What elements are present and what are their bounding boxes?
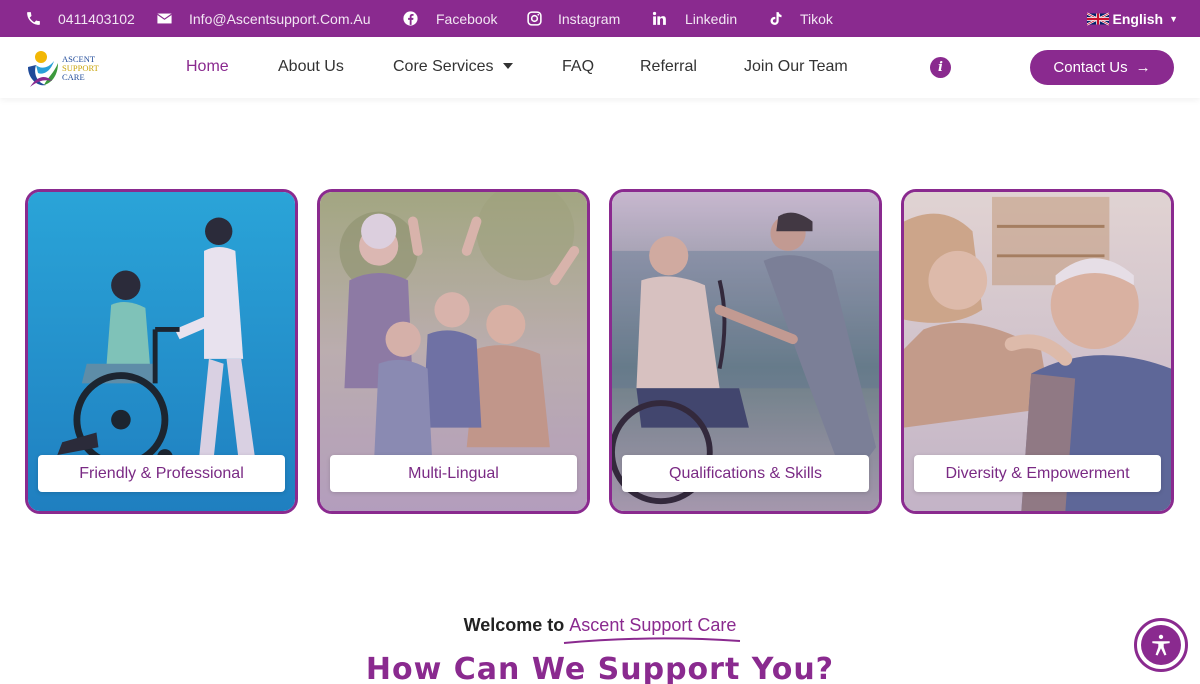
envelope-icon — [157, 13, 172, 24]
uk-flag-icon — [1086, 12, 1109, 26]
section-headline: How Can We Support You? — [365, 652, 835, 684]
logo[interactable]: ASCENT SUPPORT CARE — [24, 45, 114, 89]
contact-us-label: Contact Us — [1053, 59, 1128, 76]
nav-core-services[interactable]: Core Services — [393, 58, 493, 76]
nav-faq[interactable]: FAQ — [562, 58, 594, 76]
phone-icon — [27, 12, 40, 25]
nav-about-us[interactable]: About Us — [278, 58, 344, 76]
card-label: Friendly & Professional — [38, 455, 285, 492]
logo-line-3: CARE — [62, 72, 85, 82]
feature-card-diversity[interactable]: Diversity & Empowerment — [901, 189, 1174, 514]
tiktok-icon — [770, 12, 782, 25]
email-link[interactable]: Info@Ascentsupport.Com.Au — [189, 0, 371, 37]
phone-link[interactable]: 0411403102 — [58, 0, 135, 37]
language-selector[interactable]: English ▼ — [1086, 11, 1178, 27]
instagram-icon — [527, 11, 542, 26]
logo-mark-icon — [28, 51, 58, 87]
card-label: Multi-Lingual — [330, 455, 577, 492]
feature-card-multilingual[interactable]: Multi-Lingual — [317, 189, 590, 514]
top-contact-bar: 0411403102 Info@Ascentsupport.Com.Au Fac… — [0, 0, 1200, 37]
chevron-down-icon[interactable] — [503, 63, 513, 69]
card-label: Qualifications & Skills — [622, 455, 869, 492]
accessibility-button[interactable] — [1134, 618, 1188, 672]
card-label: Diversity & Empowerment — [914, 455, 1161, 492]
chevron-down-icon: ▼ — [1169, 14, 1178, 24]
nav-join-our-team[interactable]: Join Our Team — [744, 58, 848, 76]
accessibility-icon — [1152, 634, 1170, 656]
brand-underline — [563, 637, 741, 644]
instagram-link[interactable]: Instagram — [558, 0, 620, 37]
linkedin-link[interactable]: Linkedin — [685, 0, 737, 37]
logo-wordmark: ASCENT SUPPORT CARE — [62, 55, 99, 82]
welcome-prefix: Welcome to — [463, 615, 570, 635]
tiktok-link[interactable]: Tikok — [800, 0, 833, 37]
language-label: English — [1112, 11, 1164, 27]
feature-card-friendly[interactable]: Friendly & Professional — [25, 189, 298, 514]
facebook-link[interactable]: Facebook — [436, 0, 497, 37]
linkedin-icon — [652, 11, 666, 25]
nav-referral[interactable]: Referral — [640, 58, 697, 76]
welcome-heading: Welcome to Ascent Support Care — [0, 615, 1200, 636]
feature-card-qualifications[interactable]: Qualifications & Skills — [609, 189, 882, 514]
info-icon[interactable]: i — [930, 57, 951, 78]
arrow-right-icon: → — [1135, 59, 1151, 76]
welcome-brand: Ascent Support Care — [569, 615, 737, 635]
main-navigation: ASCENT SUPPORT CARE Home About Us Core S… — [0, 37, 1200, 98]
nav-home[interactable]: Home — [186, 58, 229, 76]
contact-us-button[interactable]: Contact Us → — [1030, 50, 1174, 85]
facebook-icon — [403, 11, 418, 26]
